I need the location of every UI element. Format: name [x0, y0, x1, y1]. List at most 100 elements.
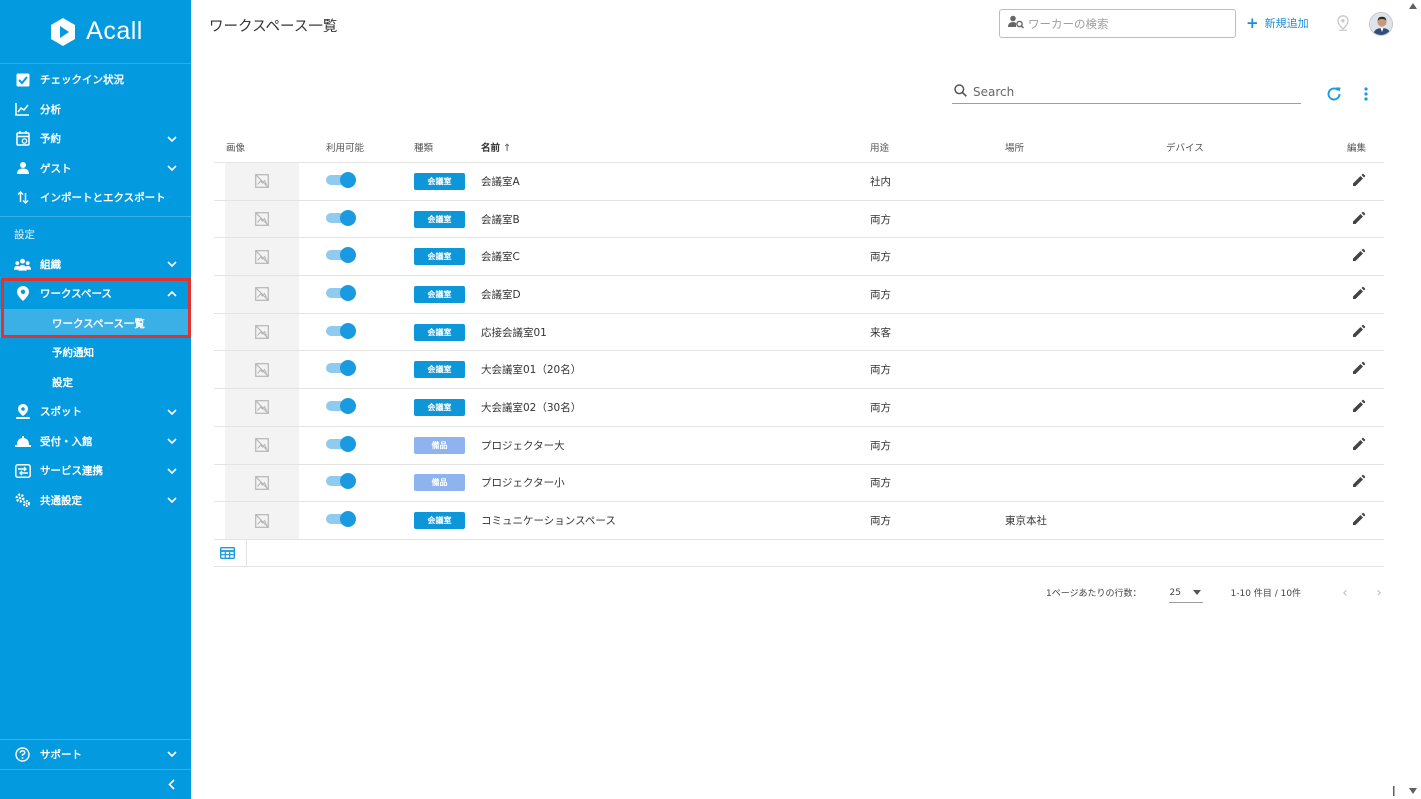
- table-row[interactable]: 会議室 会議室A 社内: [214, 163, 1384, 201]
- available-cell: [300, 473, 407, 490]
- sort-ascending-icon: ↑: [503, 142, 512, 154]
- edit-pencil-icon[interactable]: [1352, 248, 1366, 262]
- edit-pencil-icon[interactable]: [1352, 512, 1366, 526]
- refresh-icon[interactable]: [1326, 86, 1342, 106]
- chevron-left-icon: [168, 775, 175, 794]
- available-toggle[interactable]: [326, 284, 356, 301]
- page-scrollbar[interactable]: [1393, 0, 1421, 799]
- sidebar-item-support[interactable]: サポート: [0, 739, 191, 769]
- scroll-down-icon[interactable]: [1409, 788, 1417, 794]
- image-placeholder-icon: [225, 389, 299, 426]
- type-cell: 会議室: [407, 285, 481, 303]
- sidebar-item-spot[interactable]: スポット: [0, 397, 191, 427]
- available-toggle[interactable]: [326, 209, 356, 226]
- worker-search-box[interactable]: [999, 9, 1236, 38]
- table-view-icon[interactable]: [220, 546, 235, 559]
- rows-per-page-select[interactable]: 25: [1168, 588, 1203, 603]
- column-header-name[interactable]: 名前 ↑: [481, 140, 870, 154]
- sidebar-item-reception[interactable]: 受付・入館: [0, 427, 191, 457]
- previous-page-button[interactable]: ‹: [1337, 585, 1353, 601]
- name-cell: コミュニケーションスペース: [481, 515, 616, 528]
- edit-pencil-icon[interactable]: [1352, 399, 1366, 413]
- table-row[interactable]: 会議室 大会議室01（20名） 両方: [214, 351, 1384, 390]
- table-row[interactable]: 会議室 会議室B 両方: [214, 200, 1384, 239]
- name-cell: 大会議室01（20名）: [481, 364, 582, 377]
- location-icon[interactable]: [1337, 15, 1349, 35]
- available-cell: [300, 209, 407, 226]
- sidebar-item-common-settings[interactable]: 共通設定: [0, 486, 191, 516]
- sidebar-item-label: インポートとエクスポート: [40, 192, 166, 205]
- available-toggle[interactable]: [326, 435, 356, 452]
- sidebar-item-analytics[interactable]: 分析: [0, 95, 191, 125]
- sidebar-item-checkin-status[interactable]: チェックイン状況: [0, 65, 191, 95]
- available-toggle[interactable]: [326, 322, 356, 339]
- collapse-sidebar-button[interactable]: [0, 768, 191, 799]
- table-row[interactable]: 会議室 応接会議室01 来客: [214, 313, 1384, 352]
- add-new-button[interactable]: + 新規追加: [1246, 14, 1309, 32]
- column-header-type: 種類: [414, 142, 434, 154]
- reception-icon: [14, 433, 31, 450]
- type-cell: 会議室: [407, 210, 481, 228]
- scroll-thumb[interactable]: [1392, 786, 1396, 796]
- table-body: 会議室 会議室A 社内 会議室 会議室B 両方 会議室 会議室C 両方 会議室 会議室D 両方 会議室応…: [214, 163, 1384, 540]
- edit-pencil-icon[interactable]: [1352, 437, 1366, 451]
- edit-pencil-icon[interactable]: [1352, 173, 1366, 187]
- edit-pencil-icon[interactable]: [1352, 361, 1366, 375]
- sidebar-subitem-workspace-list[interactable]: ワークスペース一覧: [0, 308, 191, 338]
- dropdown-arrow-icon: [1193, 588, 1201, 598]
- edit-pencil-icon[interactable]: [1352, 324, 1366, 338]
- column-header-place: 場所: [1005, 142, 1025, 154]
- person-search-icon: [1008, 14, 1025, 33]
- more-vert-icon[interactable]: [1364, 86, 1368, 105]
- table-row[interactable]: 会議室 大会議室02（30名） 両方: [214, 389, 1384, 427]
- table-row[interactable]: 備品 プロジェクター大 両方: [214, 426, 1384, 465]
- chevron-down-icon: [167, 163, 177, 173]
- column-header-device: デバイス: [1166, 142, 1204, 154]
- sidebar-item-reservation[interactable]: 予約: [0, 124, 191, 154]
- sidebar-item-service-link[interactable]: サービス連携: [0, 456, 191, 486]
- use-cell: 両方: [870, 364, 891, 377]
- next-page-button[interactable]: ›: [1371, 585, 1387, 601]
- toggle-knob: [340, 473, 356, 490]
- sidebar-item-import-export[interactable]: インポートとエクスポート: [0, 183, 191, 213]
- table-header-row: 画像 利用可能 種類 名前 ↑ 用途 場所 デバイス 編集: [214, 131, 1384, 163]
- app-logo[interactable]: Acall: [0, 0, 191, 64]
- sidebar-subitem-workspace-settings[interactable]: 設定: [0, 368, 191, 398]
- use-cell: 両方: [870, 213, 891, 226]
- edit-pencil-icon[interactable]: [1352, 211, 1366, 225]
- available-cell: [300, 397, 407, 414]
- table-row[interactable]: 備品 プロジェクター小 両方: [214, 464, 1384, 503]
- available-toggle[interactable]: [326, 247, 356, 264]
- available-toggle[interactable]: [326, 397, 356, 414]
- sidebar-item-guest[interactable]: ゲスト: [0, 154, 191, 184]
- available-toggle[interactable]: [326, 473, 356, 490]
- sidebar-subitem-reservation-notice[interactable]: 予約通知: [0, 338, 191, 368]
- image-placeholder-icon: [225, 238, 299, 276]
- table-row[interactable]: 会議室 会議室D 両方: [214, 276, 1384, 314]
- scroll-up-icon[interactable]: [1409, 3, 1417, 9]
- available-toggle[interactable]: [326, 511, 356, 528]
- use-cell: 両方: [870, 439, 891, 452]
- name-cell: プロジェクター小: [481, 477, 565, 490]
- table-search-input[interactable]: [973, 84, 1293, 99]
- type-cell: 備品: [407, 436, 481, 454]
- table-search-field[interactable]: [952, 80, 1301, 104]
- sidebar-item-organization[interactable]: 組織: [0, 250, 191, 280]
- edit-pencil-icon[interactable]: [1352, 286, 1366, 300]
- sidebar-bottom: サポート: [0, 739, 191, 799]
- name-cell: 会議室C: [481, 251, 520, 264]
- type-badge: 会議室: [414, 210, 465, 228]
- table-row[interactable]: 会議室 会議室C 両方: [214, 238, 1384, 277]
- available-toggle[interactable]: [326, 171, 356, 188]
- name-cell: プロジェクター大: [481, 439, 565, 452]
- edit-cell: [1346, 474, 1384, 491]
- table-row[interactable]: 会議室 コミュニケーションスペース 両方 東京本社: [214, 502, 1384, 540]
- worker-search-input[interactable]: [1028, 16, 1218, 31]
- available-toggle[interactable]: [326, 360, 356, 377]
- sidebar-item-workspace[interactable]: ワークスペース: [0, 279, 191, 309]
- user-avatar[interactable]: [1369, 12, 1393, 36]
- name-cell: 会議室A: [481, 175, 520, 188]
- edit-pencil-icon[interactable]: [1352, 474, 1366, 488]
- guest-icon: [14, 160, 31, 177]
- toggle-knob: [340, 511, 356, 528]
